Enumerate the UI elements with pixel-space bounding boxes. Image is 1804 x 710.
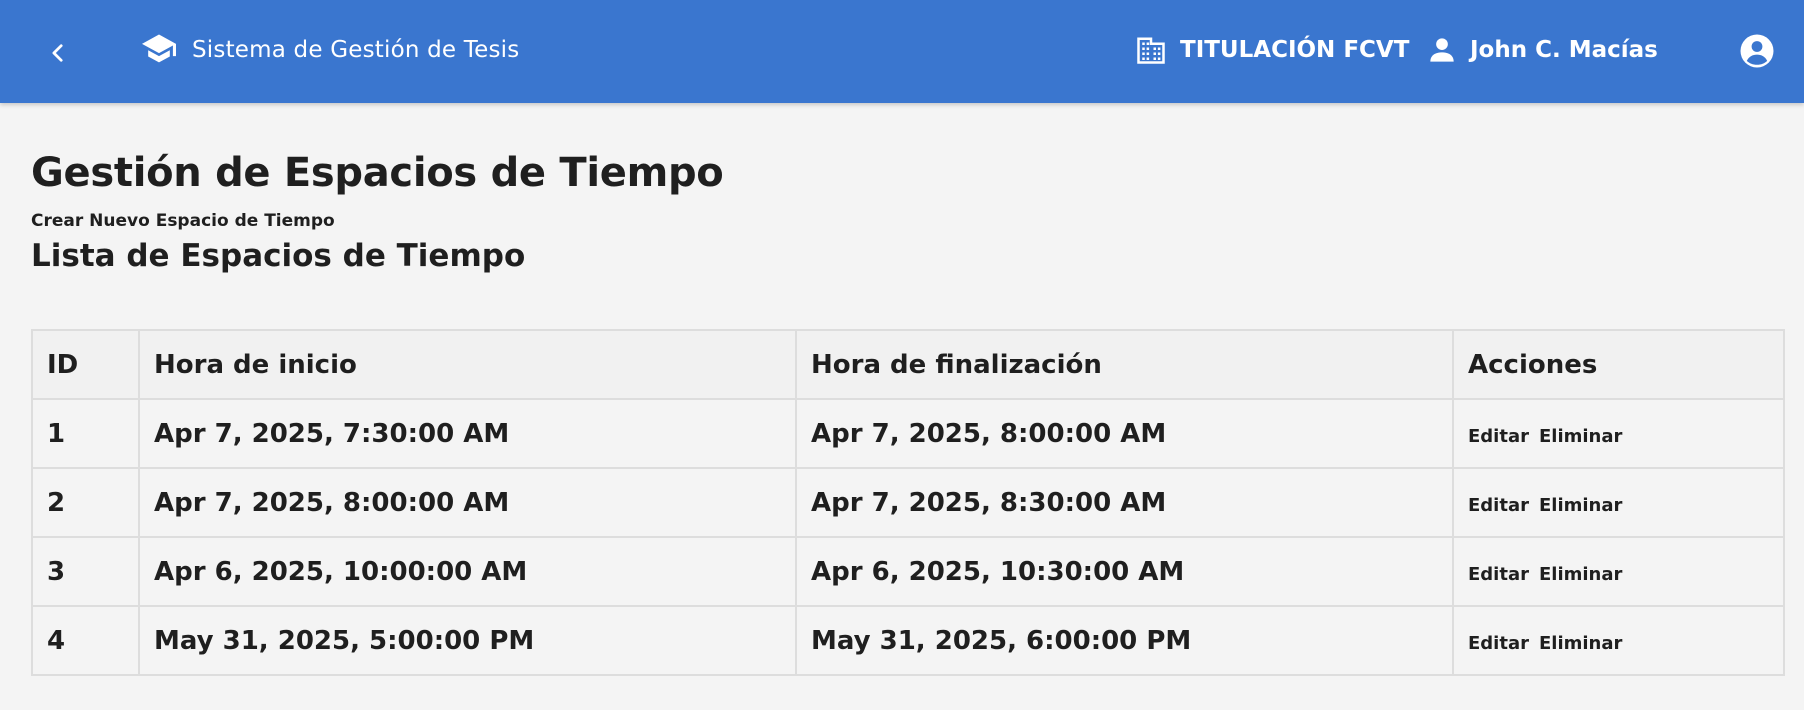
table-header-row: ID Hora de inicio Hora de finalización A… — [31, 329, 1785, 400]
column-header-start: Hora de inicio — [138, 329, 797, 400]
back-button[interactable] — [38, 33, 78, 73]
table-row: 4 May 31, 2025, 5:00:00 PM May 31, 2025,… — [31, 605, 1785, 676]
cell-id: 4 — [31, 605, 140, 676]
app-title: Sistema de Gestión de Tesis — [192, 37, 520, 63]
page-title: Gestión de Espacios de Tiempo — [31, 150, 724, 196]
table-row: 2 Apr 7, 2025, 8:00:00 AM Apr 7, 2025, 8… — [31, 467, 1785, 538]
edit-button[interactable]: Editar — [1468, 495, 1529, 516]
cell-end: Apr 6, 2025, 10:30:00 AM — [795, 536, 1454, 607]
cell-id: 2 — [31, 467, 140, 538]
account-circle-icon — [1740, 34, 1774, 68]
edit-button[interactable]: Editar — [1468, 633, 1529, 654]
table-row: 3 Apr 6, 2025, 10:00:00 AM Apr 6, 2025, … — [31, 536, 1785, 607]
column-header-id: ID — [31, 329, 140, 400]
cell-end: Apr 7, 2025, 8:00:00 AM — [795, 398, 1454, 469]
cell-id: 1 — [31, 398, 140, 469]
cell-end: Apr 7, 2025, 8:30:00 AM — [795, 467, 1454, 538]
user-indicator: John C. Macías — [1428, 30, 1658, 70]
edit-button[interactable]: Editar — [1468, 564, 1529, 585]
delete-button[interactable]: Eliminar — [1539, 495, 1622, 516]
cell-actions: Editar Eliminar — [1452, 467, 1785, 538]
column-header-end: Hora de finalización — [795, 329, 1454, 400]
cell-start: May 31, 2025, 5:00:00 PM — [138, 605, 797, 676]
column-header-actions: Acciones — [1452, 329, 1785, 400]
main-content: Gestión de Espacios de Tiempo Crear Nuev… — [31, 148, 1785, 276]
organization-indicator: TITULACIÓN FCVT — [1136, 30, 1409, 70]
cell-start: Apr 6, 2025, 10:00:00 AM — [138, 536, 797, 607]
person-icon — [1430, 38, 1454, 62]
chevron-left-icon — [52, 44, 63, 62]
time-slots-table: ID Hora de inicio Hora de finalización A… — [31, 329, 1785, 676]
account-button[interactable] — [1738, 32, 1776, 70]
user-name: John C. Macías — [1470, 37, 1658, 63]
cell-actions: Editar Eliminar — [1452, 605, 1785, 676]
table-row: 1 Apr 7, 2025, 7:30:00 AM Apr 7, 2025, 8… — [31, 398, 1785, 469]
cell-actions: Editar Eliminar — [1452, 536, 1785, 607]
delete-button[interactable]: Eliminar — [1539, 426, 1622, 447]
cell-id: 3 — [31, 536, 140, 607]
cell-actions: Editar Eliminar — [1452, 398, 1785, 469]
organization-name: TITULACIÓN FCVT — [1180, 37, 1410, 63]
delete-button[interactable]: Eliminar — [1539, 633, 1622, 654]
building-icon — [1137, 37, 1165, 64]
list-title: Lista de Espacios de Tiempo — [31, 238, 526, 274]
cell-end: May 31, 2025, 6:00:00 PM — [795, 605, 1454, 676]
edit-button[interactable]: Editar — [1468, 426, 1529, 447]
delete-button[interactable]: Eliminar — [1539, 564, 1622, 585]
cell-start: Apr 7, 2025, 7:30:00 AM — [138, 398, 797, 469]
cell-start: Apr 7, 2025, 8:00:00 AM — [138, 467, 797, 538]
top-app-bar: Sistema de Gestión de Tesis TITULACIÓN F… — [0, 0, 1804, 103]
create-time-slot-link[interactable]: Crear Nuevo Espacio de Tiempo — [31, 210, 335, 232]
app-brand[interactable]: Sistema de Gestión de Tesis — [140, 30, 519, 70]
graduation-cap-icon — [142, 34, 176, 63]
